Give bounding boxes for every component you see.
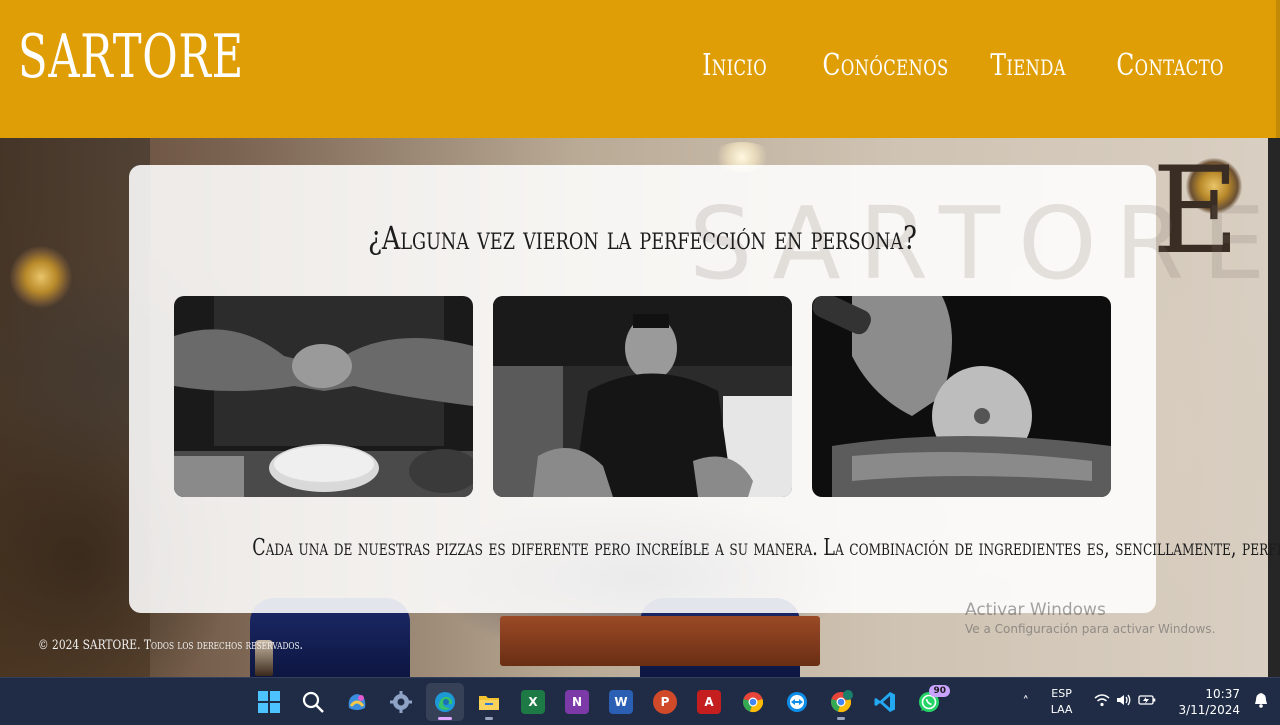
start-icon[interactable] xyxy=(250,683,288,721)
tray-icons[interactable] xyxy=(1094,693,1156,711)
battery-icon xyxy=(1138,693,1156,711)
teamviewer-icon[interactable] xyxy=(778,683,816,721)
sun-ornament-left xyxy=(10,246,72,308)
brand-logo[interactable]: SARTORE xyxy=(18,22,244,92)
notification-badge: 90 xyxy=(929,685,950,697)
copyright-text: © 2024 SARTORE. Todos los derechos reser… xyxy=(38,638,303,653)
nav-link-inicio[interactable]: Inicio xyxy=(703,48,768,83)
running-indicator xyxy=(485,717,493,720)
clock[interactable]: 10:37 3/11/2024 xyxy=(1178,686,1240,718)
powerpoint-icon[interactable]: P xyxy=(646,683,684,721)
volume-icon xyxy=(1116,693,1132,711)
notification-bell-icon[interactable] xyxy=(1254,692,1268,712)
restaurant-table xyxy=(500,616,820,666)
file-explorer-icon[interactable] xyxy=(470,683,508,721)
clock-time: 10:37 xyxy=(1205,687,1240,701)
onenote-icon[interactable]: N xyxy=(558,683,596,721)
mural-shade xyxy=(0,138,150,677)
site-header: SARTORE Inicio Conócenos Tienda Contacto xyxy=(0,0,1280,138)
search-icon[interactable] xyxy=(294,683,332,721)
vscode-icon[interactable] xyxy=(866,683,904,721)
activation-title: Activar Windows xyxy=(965,600,1106,620)
nav-link-contacto[interactable]: Contacto xyxy=(1116,48,1224,83)
chrome-icon[interactable] xyxy=(734,683,772,721)
active-indicator xyxy=(438,717,452,720)
windows-activation-watermark: Activar Windows Ve a Configuración para … xyxy=(965,600,1215,636)
system-tray: ˄ ESP LAA 10:37 3/11/2024 xyxy=(1013,678,1280,725)
nav-link-tienda[interactable]: Tienda xyxy=(990,48,1066,83)
tagline-text: Cada una de nuestras pizzas es diferente… xyxy=(252,535,1280,561)
windows-taskbar: X N W P A 90 ˄ ESP LAA 10:37 3/11/2024 xyxy=(0,677,1280,725)
gallery-image-cutter xyxy=(812,296,1111,497)
edge-icon[interactable] xyxy=(426,683,464,721)
settings-icon[interactable] xyxy=(382,683,420,721)
activation-subtitle: Ve a Configuración para activar Windows. xyxy=(965,622,1216,636)
wifi-icon xyxy=(1094,693,1110,711)
chrome-profile-icon[interactable] xyxy=(822,683,860,721)
intro-card: SARTORE ¿Alguna vez vieron la perfección… xyxy=(129,165,1280,613)
acrobat-icon[interactable]: A xyxy=(690,683,728,721)
word-icon[interactable]: W xyxy=(602,683,640,721)
running-indicator xyxy=(837,717,845,720)
page-title: ¿Alguna vez vieron la perfección en pers… xyxy=(368,219,917,257)
whatsapp-icon[interactable]: 90 xyxy=(910,683,950,721)
lang-top: ESP xyxy=(1051,687,1072,700)
clock-date: 3/11/2024 xyxy=(1178,703,1240,717)
chevron-up-icon[interactable]: ˄ xyxy=(1013,695,1039,710)
nav-link-conocenos[interactable]: Conócenos xyxy=(823,48,949,83)
header-edge xyxy=(1276,0,1280,138)
main-nav: Inicio Conócenos Tienda Contacto xyxy=(684,48,1224,83)
copilot-icon[interactable] xyxy=(338,683,376,721)
lang-bottom: LAA xyxy=(1050,703,1073,716)
language-indicator[interactable]: ESP LAA xyxy=(1051,686,1073,718)
gallery-image-dough xyxy=(174,296,473,497)
gallery-image-chef xyxy=(493,296,792,497)
taskbar-apps: X N W P A 90 xyxy=(250,678,950,725)
excel-icon[interactable]: X xyxy=(514,683,552,721)
